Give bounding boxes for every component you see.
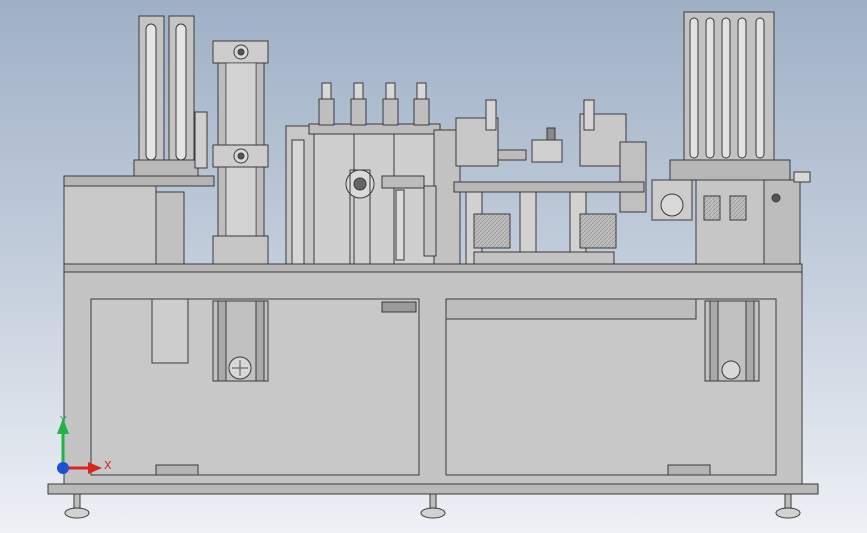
z-axis-dot	[57, 462, 69, 474]
left-magazine	[133, 15, 199, 183]
right-magazine	[651, 11, 811, 265]
center-cylinder-block	[285, 82, 441, 265]
cad-viewport[interactable]: X Y	[0, 0, 867, 533]
machine-frame	[47, 263, 819, 495]
y-axis-label: Y	[60, 414, 67, 427]
left-feeder	[63, 175, 215, 268]
machine-model	[47, 11, 819, 519]
leveling-feet	[64, 493, 801, 519]
x-axis-label: X	[104, 459, 112, 472]
left-lift-column	[194, 40, 269, 265]
